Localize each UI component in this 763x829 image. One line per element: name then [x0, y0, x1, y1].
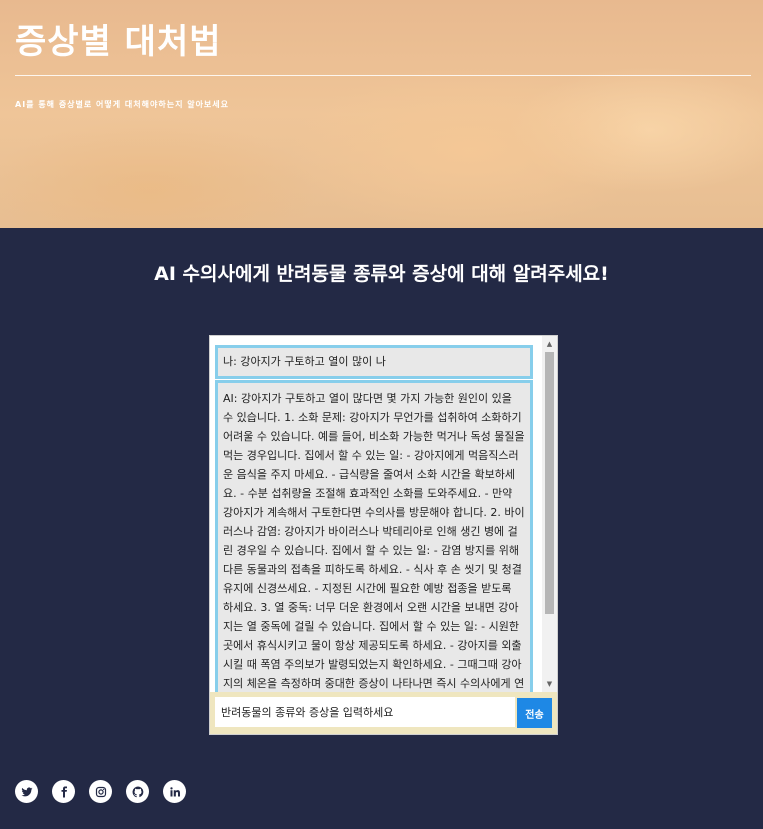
- chat-input-bar: 전송: [210, 692, 557, 734]
- page-title: 증상별 대처법: [15, 22, 222, 62]
- chat-scrollbar[interactable]: ▲ ▼: [542, 336, 557, 692]
- symptom-input[interactable]: [215, 697, 515, 727]
- hero-banner: 증상별 대처법 AI를 통해 증상별로 어떻게 대처해야하는지 알아보세요: [0, 0, 763, 228]
- chat-window: 나: 강아지가 구토하고 열이 많이 나 AI: 강아지가 구토하고 열이 많다…: [209, 335, 558, 735]
- facebook-icon[interactable]: [52, 780, 75, 803]
- user-message: 나: 강아지가 구토하고 열이 많이 나: [215, 345, 533, 379]
- instagram-icon[interactable]: [89, 780, 112, 803]
- send-button[interactable]: 전송: [517, 698, 552, 728]
- scrollbar-thumb[interactable]: [545, 352, 554, 614]
- hero-subtitle: AI를 통해 증상별로 어떻게 대처해야하는지 알아보세요: [15, 100, 230, 109]
- linkedin-icon[interactable]: [163, 780, 186, 803]
- hero-divider: [15, 75, 751, 76]
- github-icon[interactable]: [126, 780, 149, 803]
- ai-message: AI: 강아지가 구토하고 열이 많다면 몇 가지 가능한 원인이 있을 수 있…: [215, 380, 533, 692]
- scroll-up-arrow-icon[interactable]: ▲: [542, 337, 557, 351]
- section-heading: AI 수의사에게 반려동물 종류와 증상에 대해 알려주세요!: [154, 263, 609, 285]
- twitter-icon[interactable]: [15, 780, 38, 803]
- chat-message-list[interactable]: 나: 강아지가 구토하고 열이 많이 나 AI: 강아지가 구토하고 열이 많다…: [210, 336, 557, 692]
- scroll-down-arrow-icon[interactable]: ▼: [542, 677, 557, 691]
